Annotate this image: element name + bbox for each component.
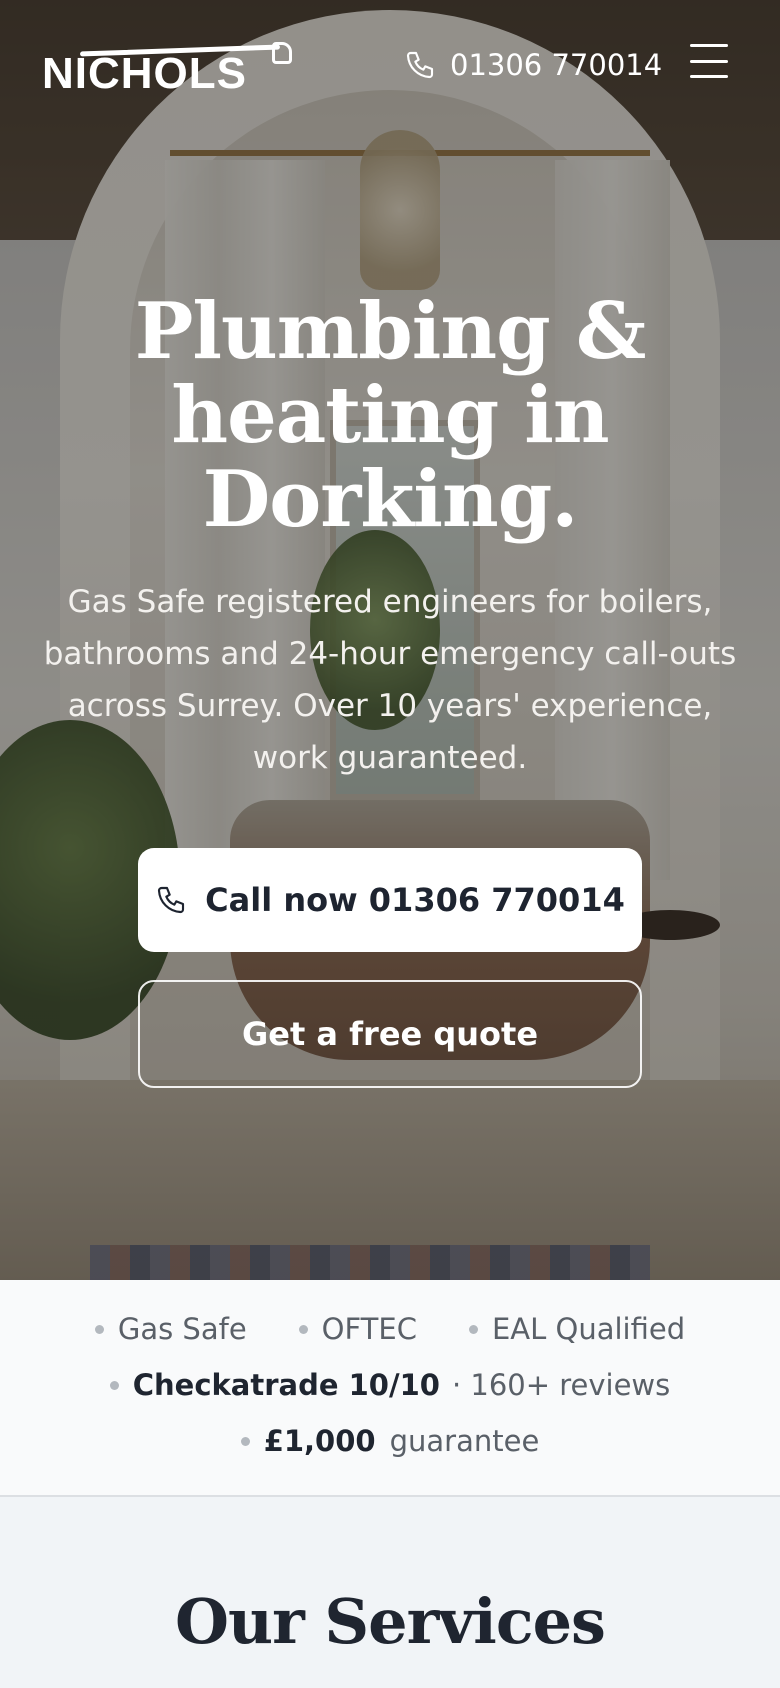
accreditation-label: Gas Safe [117,1312,247,1346]
free-quote-button[interactable]: Get a free quote [138,980,642,1088]
accreditation-oftec: OFTEC [298,1312,417,1346]
accreditation-label: OFTEC [321,1312,417,1346]
hamburger-menu-icon[interactable] [690,44,728,78]
accreditation-gas-safe: Gas Safe [94,1312,247,1346]
bullet-dot [468,1324,478,1334]
brand-logo[interactable]: NICHOLS [42,42,292,98]
hero-section: NICHOLS 01306 770014 Plumbing & heating … [0,0,780,1280]
checkatrade-score: Checkatrade 10/10 [132,1368,440,1402]
bullet-dot [298,1324,308,1334]
call-now-label: Call now 01306 770014 [205,881,625,919]
bullet-dot [240,1436,250,1446]
phone-icon [406,51,434,79]
phone-icon [158,886,185,914]
guarantee-row: £1,000 guarantee [0,1424,780,1458]
services-heading: Our Services [175,1585,606,1658]
logo-text: NICHOLS [42,49,247,98]
checkatrade-row: Checkatrade 10/10 · 160+ reviews [0,1368,780,1402]
accreditation-label: EAL Qualified [491,1312,686,1346]
hero-subtitle: Gas Safe registered engineers for boiler… [43,584,737,776]
bullet-dot [94,1324,104,1334]
guarantee-label: guarantee [389,1424,540,1458]
header-phone-link[interactable]: 01306 770014 [404,44,662,86]
guarantee-amount: £1,000 [263,1424,376,1458]
accreditation-eal: EAL Qualified [468,1312,686,1346]
accreditations-row: Gas Safe OFTEC EAL Qualified [0,1312,780,1346]
guarantee: £1,000 guarantee [240,1424,540,1458]
review-count: · 160+ reviews [451,1368,671,1402]
checkatrade-rating: Checkatrade 10/10 · 160+ reviews [109,1368,671,1402]
trust-strip: Gas Safe OFTEC EAL Qualified Checkatrade… [0,1280,780,1497]
bullet-dot [109,1380,119,1390]
call-now-button[interactable]: Call now 01306 770014 [138,848,642,952]
tap-icon [272,42,292,64]
header-phone-number: 01306 770014 [450,48,663,82]
hero-title: Plumbing & heating in Dorking. [134,286,647,545]
